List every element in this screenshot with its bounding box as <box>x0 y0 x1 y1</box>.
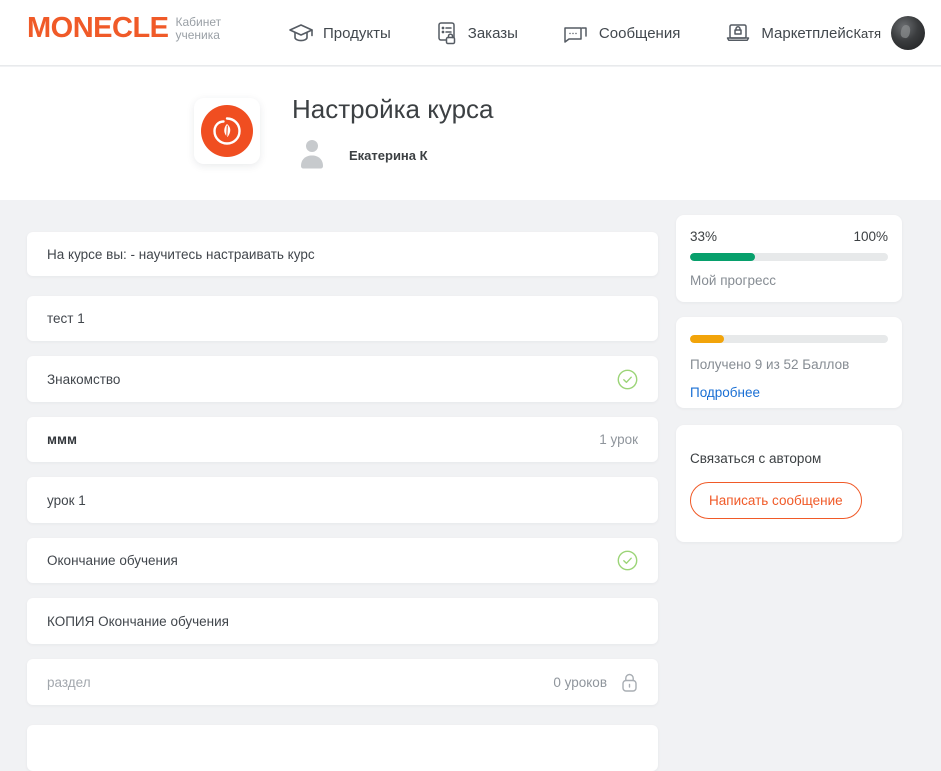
lesson-count: 1 урок <box>599 432 638 447</box>
progress-card: 33% 100% Мой прогресс <box>676 215 902 302</box>
lesson-title: тест 1 <box>47 311 638 326</box>
lesson-row-partial[interactable] <box>27 725 658 771</box>
lesson-row-urok1[interactable]: урок 1 <box>27 477 658 523</box>
lesson-row-znakomstvo[interactable]: Знакомство <box>27 356 658 402</box>
lock-icon <box>621 672 638 693</box>
progress-max: 100% <box>853 229 888 244</box>
lesson-row-description[interactable]: На курсе вы: - научитесь настраивать кур… <box>27 232 658 276</box>
course-logo-card <box>194 98 260 164</box>
progress-fill <box>690 253 755 261</box>
lesson-title: Знакомство <box>47 372 603 387</box>
write-message-button[interactable]: Написать сообщение <box>690 482 862 519</box>
brand-subtitle: Кабинет ученика <box>176 16 222 42</box>
user-avatar[interactable] <box>891 16 925 50</box>
course-author[interactable]: Екатерина К <box>293 133 428 178</box>
user-menu[interactable]: Катя <box>853 0 925 66</box>
lesson-row-razdel-locked[interactable]: раздел 0 уроков <box>27 659 658 705</box>
nav-label: Маркетплейс <box>761 25 853 42</box>
check-circle-icon <box>617 369 638 390</box>
order-list-lock-icon <box>435 20 459 46</box>
chat-bubbles-icon <box>562 21 590 45</box>
lesson-title: урок 1 <box>47 493 638 508</box>
lesson-row-kopiya[interactable]: КОПИЯ Окончание обучения <box>27 598 658 644</box>
nav-item-products[interactable]: Продукты <box>288 21 391 45</box>
nav-item-orders[interactable]: Заказы <box>435 20 518 46</box>
user-name: Катя <box>853 26 881 41</box>
lesson-row-okonchanie[interactable]: Окончание обучения <box>27 538 658 583</box>
nav-label: Сообщения <box>599 25 680 42</box>
brand-logo[interactable]: MONECLE Кабинет ученика <box>27 14 221 43</box>
check-circle-icon <box>617 550 638 571</box>
nav-label: Заказы <box>468 25 518 42</box>
laptop-store-icon <box>724 21 752 45</box>
nav-label: Продукты <box>323 25 391 42</box>
person-placeholder-icon <box>293 133 331 178</box>
lesson-count: 0 уроков <box>553 675 607 690</box>
graduation-cap-icon <box>288 21 314 45</box>
brand-name: MONECLE <box>27 14 169 43</box>
page-title: Настройка курса <box>292 94 494 125</box>
points-card: Получено 9 из 52 Баллов Подробнее <box>676 317 902 408</box>
lesson-title: На курсе вы: - научитесь настраивать кур… <box>47 247 638 262</box>
progress-bar-track <box>690 253 888 261</box>
main-nav: Продукты Заказы <box>288 0 853 66</box>
score-text: Получено 9 из 52 Баллов <box>690 357 888 372</box>
author-name: Екатерина К <box>349 148 428 163</box>
lesson-row-mmm[interactable]: ммм 1 урок <box>27 417 658 462</box>
nav-item-marketplace[interactable]: Маркетплейс <box>724 21 853 45</box>
score-fill <box>690 335 724 343</box>
course-header: Настройка курса Екатерина К <box>0 67 941 200</box>
page: MONECLE Кабинет ученика Продукты <box>0 0 941 740</box>
lesson-title: КОПИЯ Окончание обучения <box>47 614 638 629</box>
lesson-title: Окончание обучения <box>47 553 603 568</box>
contact-author-card: Связаться с автором Написать сообщение <box>676 425 902 542</box>
score-bar-track <box>690 335 888 343</box>
top-navigation-bar: MONECLE Кабинет ученика Продукты <box>0 0 941 66</box>
score-details-link[interactable]: Подробнее <box>690 385 760 400</box>
progress-current: 33% <box>690 229 717 244</box>
nav-item-messages[interactable]: Сообщения <box>562 21 680 45</box>
contact-title: Связаться с автором <box>690 451 888 466</box>
flame-leaf-swirl-icon <box>201 105 253 157</box>
section-title: раздел <box>47 675 541 690</box>
progress-values: 33% 100% <box>690 229 888 244</box>
progress-label: Мой прогресс <box>690 273 888 288</box>
lesson-row-test1[interactable]: тест 1 <box>27 296 658 341</box>
section-title: ммм <box>47 432 587 447</box>
